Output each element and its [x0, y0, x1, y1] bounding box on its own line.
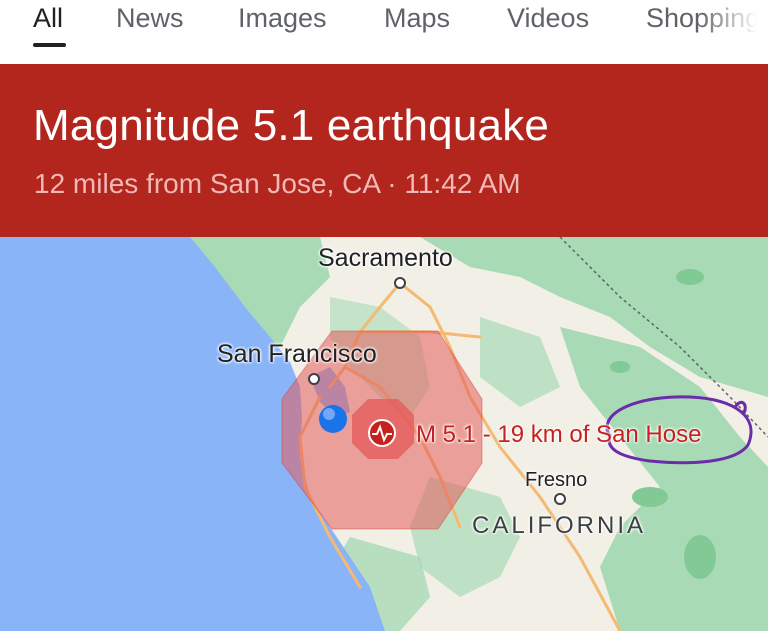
earthquake-alert-banner[interactable]: Magnitude 5.1 earthquake 12 miles from S…	[0, 64, 768, 237]
tab-maps[interactable]: Maps	[384, 3, 450, 34]
san-francisco-marker	[308, 373, 320, 385]
sacramento-marker	[394, 277, 406, 289]
sacramento-label: Sacramento	[318, 244, 453, 272]
tab-news[interactable]: News	[116, 3, 184, 34]
quake-marker-label[interactable]: M 5.1 - 19 km of San Hose	[416, 421, 701, 449]
search-tabs: All News Images Maps Videos Shopping	[0, 0, 768, 64]
california-label: CALIFORNIA	[472, 512, 647, 539]
earthquake-map[interactable]: Sacramento San Francisco Fresno CALIFORN…	[0, 237, 768, 631]
fresno-marker	[554, 493, 566, 505]
alert-subtitle: 12 miles from San Jose, CA · 11:42 AM	[34, 168, 521, 199]
my-location-dot-icon	[319, 405, 347, 433]
seismograph-icon	[368, 419, 396, 447]
active-tab-indicator	[33, 43, 66, 47]
tab-images[interactable]: Images	[238, 3, 327, 34]
alert-headline: Magnitude 5.1 earthquake	[33, 101, 550, 150]
tab-videos[interactable]: Videos	[507, 3, 589, 34]
fresno-label: Fresno	[525, 469, 588, 491]
tabs-fade-overlay	[698, 0, 768, 60]
tab-all[interactable]: All	[33, 3, 63, 34]
san-francisco-label: San Francisco	[217, 340, 377, 368]
